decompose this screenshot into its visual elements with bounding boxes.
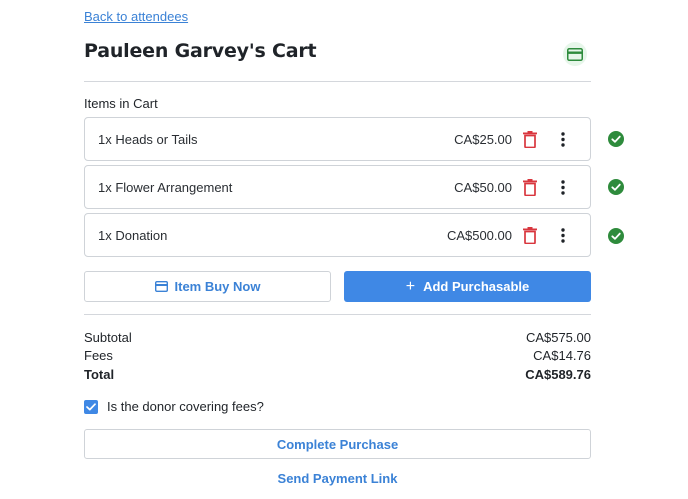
fees-row: Fees CA$14.76 [84,348,591,363]
subtotal-value: CA$575.00 [525,330,591,345]
cart-item-name: 1x Donation [98,227,168,243]
total-value: CA$589.76 [525,367,591,382]
cart-item-name: 1x Heads or Tails [98,131,198,147]
add-purchasable-label: Add Purchasable [423,279,530,294]
fees-label: Fees [84,348,113,363]
check-circle-icon [608,228,624,244]
items-in-cart-label: Items in Cart [84,96,158,111]
donor-covering-fees-checkbox[interactable] [84,399,98,414]
check-circle-icon [608,179,624,195]
fees-value: CA$14.76 [533,348,591,363]
summary-divider [84,314,591,315]
more-options-icon[interactable] [558,179,568,196]
cart-item-price: CA$25.00 [454,131,512,147]
cart-item-row: 1x Flower Arrangement CA$50.00 [84,165,591,209]
subtotal-row: Subtotal CA$575.00 [84,330,591,345]
donor-covering-fees-label: Is the donor covering fees? [107,399,264,414]
trash-icon[interactable] [523,227,537,244]
item-buy-now-button[interactable]: Item Buy Now [84,271,331,302]
payment-method-button[interactable] [563,42,587,66]
credit-card-icon [154,281,168,292]
check-circle-icon [608,131,624,147]
cart-item-name: 1x Flower Arrangement [98,179,233,195]
plus-icon: + [405,277,416,295]
send-payment-link[interactable]: Send Payment Link [84,471,591,486]
trash-icon[interactable] [523,131,537,148]
more-options-icon[interactable] [558,227,568,244]
add-purchasable-button[interactable]: + Add Purchasable [344,271,591,302]
complete-purchase-button[interactable]: Complete Purchase [84,429,591,459]
cart-item-row: 1x Donation CA$500.00 [84,213,591,257]
checkmark-icon [86,402,96,410]
page-title: Pauleen Garvey's Cart [84,40,317,62]
trash-icon[interactable] [523,179,537,196]
subtotal-label: Subtotal [84,330,132,345]
back-to-attendees-link[interactable]: Back to attendees [84,9,188,24]
item-buy-now-label: Item Buy Now [174,279,261,294]
cart-item-price: CA$50.00 [454,179,512,195]
cart-item-price: CA$500.00 [446,227,512,243]
header-divider [84,81,591,82]
cart-item-row: 1x Heads or Tails CA$25.00 [84,117,591,161]
more-options-icon[interactable] [558,131,568,148]
credit-card-icon [567,47,583,61]
total-row: Total CA$589.76 [84,367,591,382]
total-label: Total [84,367,115,382]
donor-covering-fees-option[interactable]: Is the donor covering fees? [84,399,264,414]
complete-purchase-label: Complete Purchase [276,436,399,452]
